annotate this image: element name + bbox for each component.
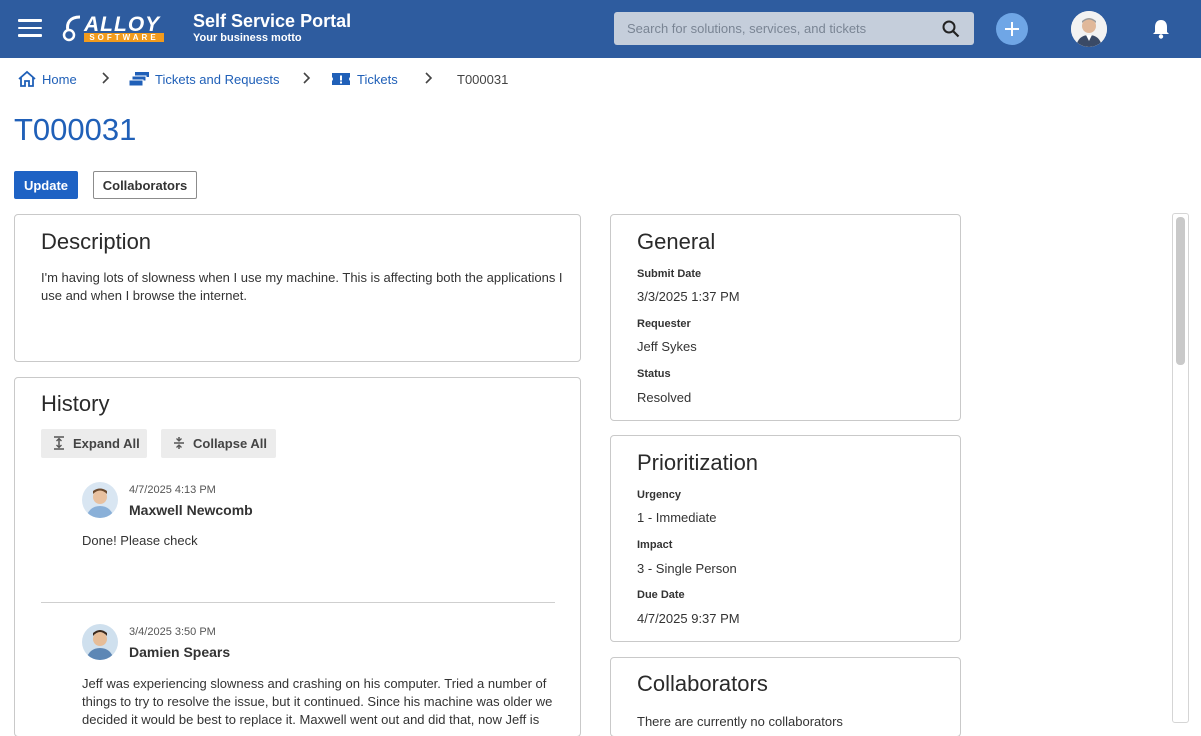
- user-avatar[interactable]: [1071, 11, 1107, 47]
- breadcrumb-current: T000031: [457, 72, 509, 87]
- impact-value: 3 - Single Person: [637, 561, 737, 576]
- add-button[interactable]: [996, 13, 1028, 45]
- history-entry-text-line-2: things to try to resolve the issue, but …: [82, 694, 553, 709]
- requester-label: Requester: [637, 318, 691, 330]
- alloy-logo[interactable]: ALLOY SOFTWARE: [62, 13, 168, 45]
- history-title: History: [41, 391, 110, 416]
- history-divider: [41, 602, 555, 603]
- history-entry-time: 3/4/2025 3:50 PM: [129, 626, 216, 638]
- prioritization-card: Prioritization Urgency 1 - Immediate Imp…: [610, 435, 961, 642]
- status-value: Resolved: [637, 390, 692, 405]
- expand-all-button[interactable]: Expand All: [41, 429, 147, 458]
- portal-motto: Your business motto: [193, 32, 302, 44]
- prioritization-title: Prioritization: [637, 450, 759, 475]
- chevron-right-icon: [303, 72, 311, 84]
- urgency-value: 1 - Immediate: [637, 510, 717, 525]
- breadcrumb: Home Tickets and Requests Tickets T00003…: [0, 66, 700, 96]
- description-line-1: I'm having lots of slowness when I use m…: [41, 270, 563, 285]
- submit-date-label: Submit Date: [637, 268, 702, 280]
- description-title: Description: [41, 229, 152, 254]
- page-scrollbar[interactable]: [1172, 213, 1189, 723]
- breadcrumb-tickets-and-requests[interactable]: Tickets and Requests: [155, 72, 280, 87]
- update-button[interactable]: Update: [14, 171, 78, 199]
- page-title: T000031: [14, 112, 137, 147]
- bell-icon[interactable]: [1151, 18, 1171, 40]
- breadcrumb-home[interactable]: Home: [42, 72, 77, 87]
- collapse-all-button[interactable]: Collapse All: [161, 429, 276, 458]
- status-label: Status: [637, 368, 671, 380]
- urgency-label: Urgency: [637, 489, 682, 501]
- top-bar: ALLOY SOFTWARE Self Service Portal Your …: [0, 0, 1201, 58]
- requester-value: Jeff Sykes: [637, 339, 697, 354]
- due-date-label: Due Date: [637, 589, 685, 601]
- hamburger-menu-icon[interactable]: [18, 19, 42, 37]
- history-entry-time: 4/7/2025 4:13 PM: [129, 484, 216, 496]
- history-entry-author: Damien Spears: [129, 644, 231, 660]
- logo-subtext: SOFTWARE: [84, 33, 164, 42]
- ticket-icon: [332, 73, 350, 85]
- portal-title: Self Service Portal: [193, 11, 352, 31]
- home-icon: [18, 70, 36, 87]
- search-icon[interactable]: [942, 20, 960, 38]
- history-entry-author: Maxwell Newcomb: [129, 502, 253, 518]
- description-line-2: use and when I browse the internet.: [41, 288, 247, 303]
- plus-icon: [1005, 22, 1019, 36]
- tickets-requests-icon: [129, 72, 149, 87]
- expand-all-label: Expand All: [73, 436, 140, 451]
- general-card: General Submit Date 3/3/2025 1:37 PM Req…: [610, 214, 961, 421]
- collapse-icon: [174, 437, 184, 449]
- description-card: Description I'm having lots of slowness …: [14, 214, 581, 362]
- collaborators-title: Collaborators: [637, 671, 768, 696]
- history-entry-text-line-3: decided it would be best to replace it. …: [82, 712, 540, 727]
- due-date-value: 4/7/2025 9:37 PM: [637, 611, 740, 626]
- submit-date-value: 3/3/2025 1:37 PM: [637, 289, 740, 304]
- history-entry-text: Done! Please check: [82, 533, 198, 548]
- search-input[interactable]: [614, 12, 934, 45]
- scrollbar-thumb[interactable]: [1176, 217, 1185, 365]
- history-card: History Expand All Collapse All 4/7/2025…: [14, 377, 581, 736]
- collaborators-empty-text: There are currently no collaborators: [637, 714, 843, 729]
- history-entry-text-line-1: Jeff was experiencing slowness and crash…: [82, 676, 547, 691]
- expand-icon: [54, 436, 64, 450]
- collaborators-card: Collaborators There are currently no col…: [610, 657, 961, 736]
- impact-label: Impact: [637, 539, 673, 551]
- collaborators-button[interactable]: Collaborators: [93, 171, 197, 199]
- chevron-right-icon: [425, 72, 433, 84]
- breadcrumb-tickets[interactable]: Tickets: [357, 72, 398, 87]
- chevron-right-icon: [102, 72, 110, 84]
- collapse-all-label: Collapse All: [193, 436, 267, 451]
- general-title: General: [637, 229, 716, 254]
- search-box: [614, 12, 974, 45]
- avatar: [82, 624, 118, 660]
- avatar: [82, 482, 118, 518]
